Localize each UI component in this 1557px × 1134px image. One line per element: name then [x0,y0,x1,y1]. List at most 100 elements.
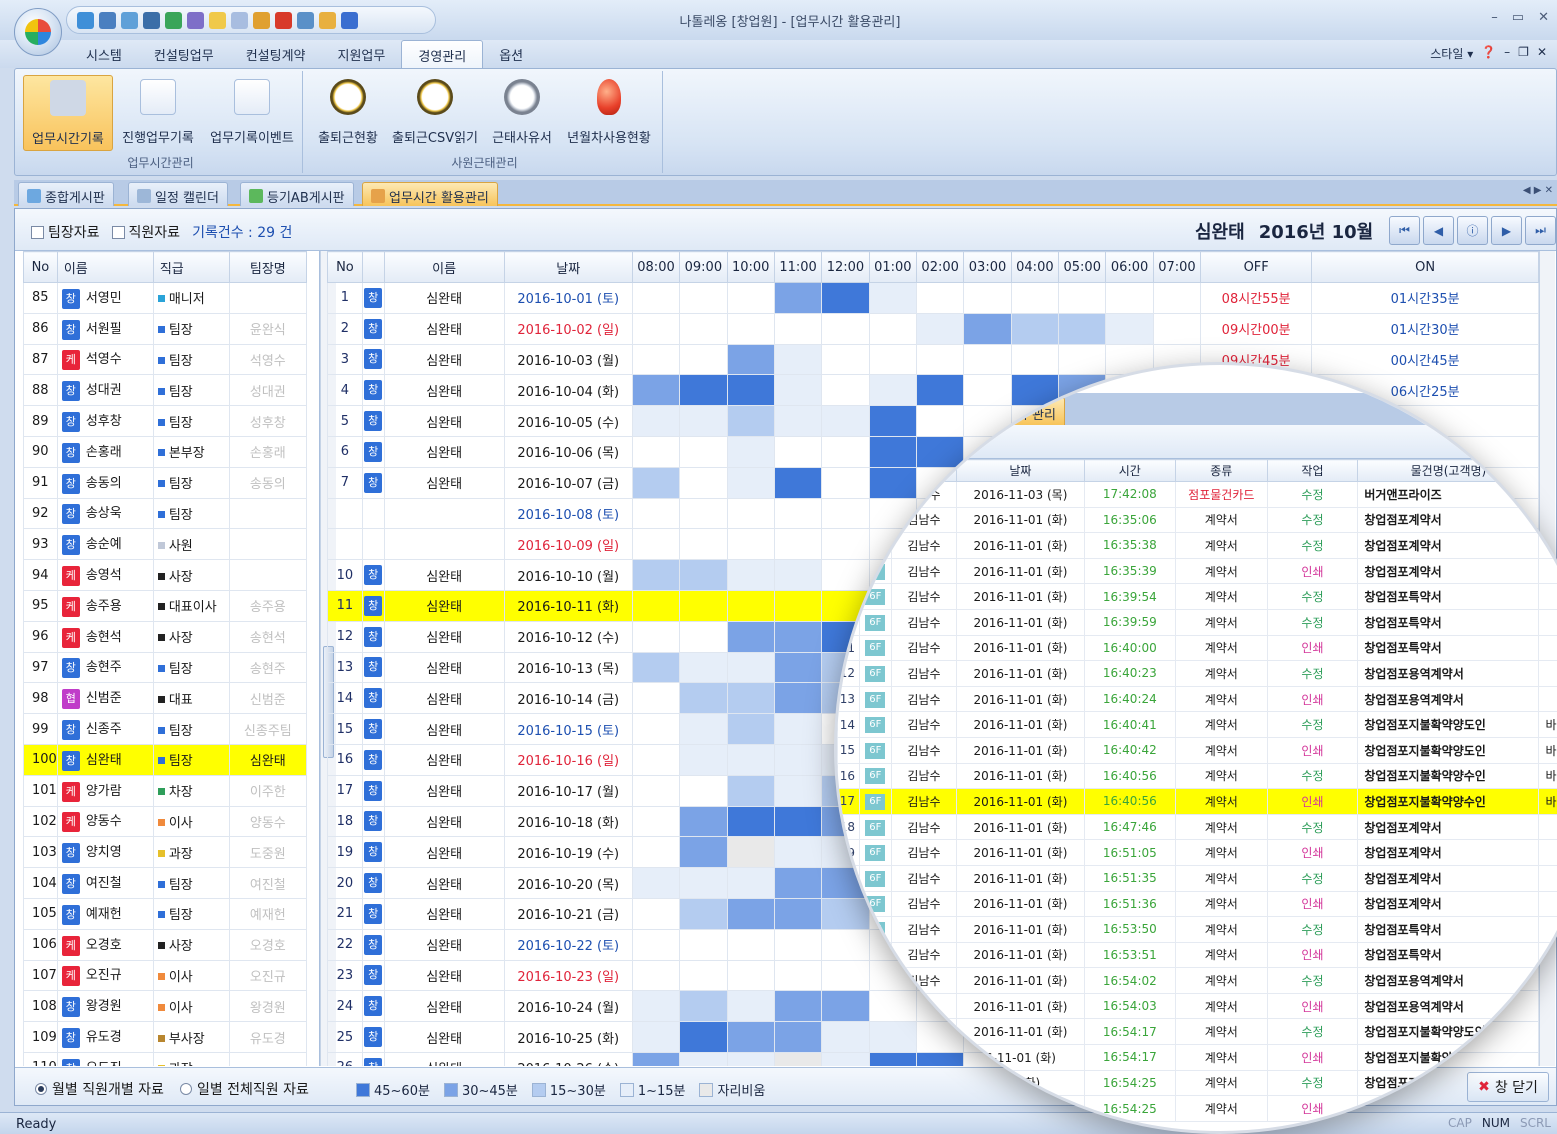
hour-usage-cell[interactable] [679,312,728,345]
menu-tab[interactable]: 컨설팅업무 [138,40,230,68]
hour-usage-cell[interactable] [773,405,823,437]
hour-usage-cell[interactable] [726,435,775,468]
hour-usage-cell[interactable] [1152,282,1202,314]
column-header[interactable] [361,251,385,283]
hour-usage-cell[interactable] [773,713,823,745]
ribbon-button-attendance-status[interactable]: 출퇴근현황 [311,75,385,151]
hour-usage-cell[interactable] [773,466,823,499]
hour-usage-cell[interactable] [726,713,775,745]
hour-usage-cell[interactable] [821,312,870,345]
hour-usage-cell[interactable] [631,805,681,838]
hour-usage-cell[interactable] [773,1051,823,1066]
hour-usage-cell[interactable] [726,774,775,807]
hour-usage-cell[interactable] [679,713,728,745]
hour-usage-cell[interactable] [679,651,728,684]
next-page-button[interactable]: ▶ [1491,216,1522,245]
hour-usage-cell[interactable] [631,743,681,776]
hour-usage-cell[interactable] [773,1021,823,1053]
staff-checkbox[interactable]: 직원자료 [111,222,180,242]
hour-usage-cell[interactable] [726,682,775,715]
last-page-button[interactable]: ⏭ [1525,216,1556,245]
mdi-minimize-icon[interactable]: – [1504,45,1510,62]
employee-row[interactable]: 104 창 여진철 팀장 여진철 [23,867,307,899]
employee-row[interactable]: 88 창 성대권 팀장 성대권 [23,374,307,407]
employee-row[interactable]: 103 창 양치영 과장 도중원 [23,836,307,869]
hour-usage-cell[interactable] [631,959,681,992]
ribbon-button-annual-leave[interactable]: 년월차사용현황 [561,75,657,151]
hour-usage-cell[interactable] [679,1051,728,1066]
hour-usage-cell[interactable] [631,435,681,468]
employee-row[interactable]: 99 창 신종주 팀장 신종주팀 [23,713,307,745]
mdi-restore-icon[interactable]: ❐ [1518,45,1529,62]
hour-usage-cell[interactable] [726,959,775,992]
hour-usage-cell[interactable] [679,559,728,591]
employee-row[interactable]: 90 창 손홍래 본부장 손홍래 [23,435,307,468]
hour-usage-cell[interactable] [679,374,728,407]
menu-tab[interactable]: 시스템 [70,40,138,68]
hour-usage-cell[interactable] [773,620,823,653]
hour-usage-cell[interactable] [726,897,775,930]
hour-usage-cell[interactable] [631,836,681,869]
hour-usage-cell[interactable] [726,805,775,838]
hour-usage-cell[interactable] [679,466,728,499]
mdi-close-icon[interactable]: ✕ [1537,45,1547,62]
hour-usage-cell[interactable] [773,836,823,869]
hour-usage-cell[interactable] [773,805,823,838]
hour-usage-cell[interactable] [679,743,728,776]
hour-usage-cell[interactable] [726,559,775,591]
hour-usage-cell[interactable] [726,589,775,622]
hour-usage-cell[interactable] [915,312,965,345]
hour-usage-cell[interactable] [1152,312,1202,345]
employee-row[interactable]: 101 케 양가람 차장 이주한 [23,774,307,807]
ribbon-button-worktime-record[interactable]: 업무시간기록 [23,75,113,151]
hour-usage-cell[interactable] [726,374,775,407]
hour-usage-cell[interactable] [773,743,823,776]
menu-tab[interactable]: 컨설팅계약 [230,40,322,68]
hour-usage-cell[interactable] [1010,312,1060,345]
quick-access-icon[interactable] [231,11,248,29]
hour-usage-cell[interactable] [726,405,775,437]
quick-access-icon[interactable] [165,11,182,29]
employee-row[interactable]: 93 창 송순예 사원 [23,528,307,561]
hour-usage-cell[interactable] [679,282,728,314]
quick-access-icon[interactable] [275,11,292,29]
hour-usage-cell[interactable] [631,1021,681,1053]
hour-usage-cell[interactable] [726,312,775,345]
app-menu-button[interactable] [14,8,62,56]
hour-usage-cell[interactable] [726,990,775,1023]
hour-usage-cell[interactable] [679,620,728,653]
employee-row[interactable]: 91 창 송동의 팀장 송동의 [23,466,307,499]
hour-usage-cell[interactable] [773,897,823,930]
column-header[interactable]: OFF [1200,251,1313,283]
hour-usage-cell[interactable] [631,312,681,345]
column-header[interactable]: No [23,251,58,283]
hour-usage-cell[interactable] [631,713,681,745]
hour-usage-cell[interactable] [631,682,681,715]
hour-usage-cell[interactable] [679,897,728,930]
close-icon[interactable]: ✕ [1538,10,1549,25]
hour-usage-cell[interactable] [679,805,728,838]
hour-usage-cell[interactable] [773,435,823,468]
hour-usage-cell[interactable] [726,343,775,376]
hour-usage-cell[interactable] [1058,312,1107,345]
quick-access-icon[interactable] [121,11,138,29]
hour-usage-cell[interactable] [726,743,775,776]
column-header[interactable]: ON [1311,251,1539,283]
employee-row[interactable]: 102 케 양동수 이사 양동수 [23,805,307,838]
hour-usage-cell[interactable] [773,682,823,715]
hour-usage-cell[interactable] [773,312,823,345]
hour-usage-cell[interactable] [726,928,775,961]
column-header[interactable]: 11:00 [773,251,823,283]
column-header[interactable]: 12:00 [821,251,870,283]
column-header[interactable]: No [327,251,363,283]
employee-row[interactable]: 96 케 송현석 사장 송현석 [23,620,307,653]
hour-usage-cell[interactable] [679,774,728,807]
hour-usage-cell[interactable] [773,867,823,899]
hour-usage-cell[interactable] [773,990,823,1023]
hour-usage-cell[interactable] [631,897,681,930]
style-menu[interactable]: 스타일 ▾ [1430,45,1473,62]
column-header[interactable]: 팀장명 [228,251,307,283]
hour-usage-cell[interactable] [773,959,823,992]
hour-usage-cell[interactable] [679,682,728,715]
maximize-icon[interactable]: ▭ [1512,10,1524,25]
